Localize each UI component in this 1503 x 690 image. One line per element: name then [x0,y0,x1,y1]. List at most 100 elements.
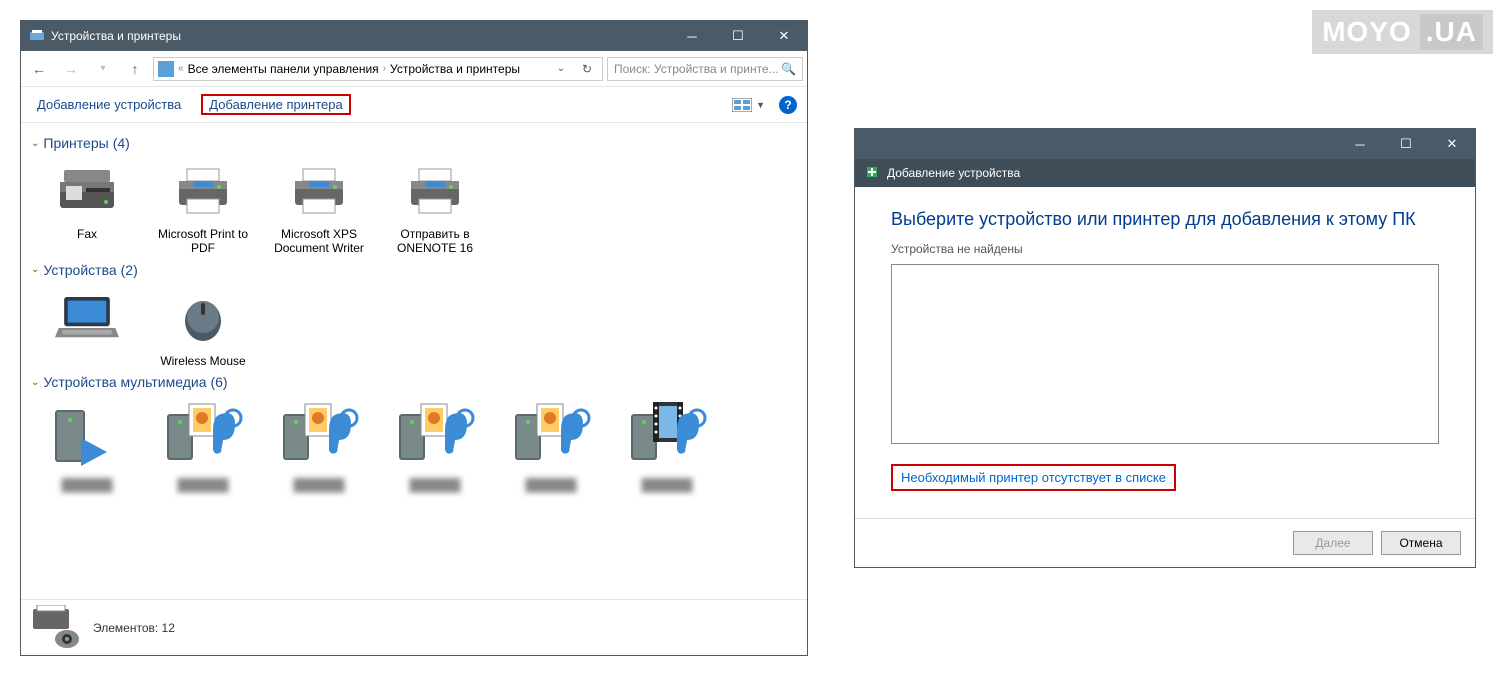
add-device-button[interactable]: Добавление устройства [31,94,187,115]
printer-icon [287,159,351,223]
toolbar: Добавление устройства Добавление принтер… [21,87,807,123]
media-label: ██████ [153,478,253,492]
media-device-6[interactable]: ██████ [617,398,717,492]
cancel-button[interactable]: Отмена [1381,531,1461,555]
maximize-button[interactable]: ☐ [715,21,761,51]
breadcrumb-1[interactable]: Все элементы панели управления [188,62,379,76]
group-multimedia-count: (6) [210,374,227,390]
devices-printers-window: Устройства и принтеры ─ ☐ ✕ ← → ▾ ↑ « Вс… [20,20,808,656]
printer-icon [403,159,467,223]
printer-label: Fax [37,227,137,241]
dialog-not-found: Устройства не найдены [891,242,1439,256]
group-printers-count: (4) [113,135,130,151]
chevron-right-icon: › [383,63,386,74]
watermark-brand: MOYO [1322,16,1412,48]
address-bar[interactable]: « Все элементы панели управления › Устро… [153,57,603,81]
printer-xps[interactable]: Microsoft XPS Document Writer [269,159,369,256]
dialog-separator [855,518,1475,519]
media-label: ██████ [385,478,485,492]
address-dropdown[interactable]: ⌄ [550,63,572,74]
dialog-titlebar[interactable]: ─ ☐ ✕ [855,129,1475,159]
group-header-multimedia[interactable]: ⌄ Устройства мультимедиа (6) [31,374,797,390]
forward-button[interactable]: → [57,55,85,83]
recent-dropdown[interactable]: ▾ [89,55,117,83]
devices-items: Wireless Mouse [31,286,797,368]
control-panel-icon [158,61,174,77]
device-list[interactable] [891,264,1439,444]
titlebar[interactable]: Устройства и принтеры ─ ☐ ✕ [21,21,807,51]
media-server-icon [276,398,362,474]
media-server-icon [508,398,594,474]
chevron-down-icon: ⌄ [31,138,39,149]
back-button[interactable]: ← [25,55,53,83]
minimize-button[interactable]: ─ [1337,129,1383,159]
status-bar: Элементов: 12 [21,599,807,655]
printer-label: Microsoft XPS Document Writer [269,227,369,256]
media-device-3[interactable]: ██████ [269,398,369,492]
media-device-5[interactable]: ██████ [501,398,601,492]
group-devices-count: (2) [121,262,138,278]
devices-collection-icon [31,605,83,651]
mouse-icon [171,286,235,350]
laptop-icon [55,286,119,350]
media-server-icon [160,398,246,474]
group-header-devices[interactable]: ⌄ Устройства (2) [31,262,797,278]
help-button[interactable]: ? [779,96,797,114]
printer-fax[interactable]: Fax [37,159,137,256]
group-devices-label: Устройства [43,262,116,278]
nav-bar: ← → ▾ ↑ « Все элементы панели управления… [21,51,807,87]
media-label: ██████ [501,478,601,492]
printer-onenote[interactable]: Отправить в ONENOTE 16 [385,159,485,256]
printer-label: Microsoft Print to PDF [153,227,253,256]
group-multimedia-label: Устройства мультимедиа [43,374,206,390]
device-laptop[interactable] [37,286,137,368]
printer-icon [171,159,235,223]
close-button[interactable]: ✕ [1429,129,1475,159]
dialog-heading: Выберите устройство или принтер для доба… [891,209,1439,230]
device-mouse[interactable]: Wireless Mouse [153,286,253,368]
minimize-button[interactable]: ─ [669,21,715,51]
search-input[interactable]: Поиск: Устройства и принте... 🔍 [607,57,803,81]
watermark-suffix: .UA [1420,14,1483,50]
media-device-1[interactable]: ██████ [37,398,137,492]
dialog-subtitle-bar: Добавление устройства [855,159,1475,187]
refresh-button[interactable]: ↻ [576,62,598,76]
window-icon [29,28,45,44]
close-button[interactable]: ✕ [761,21,807,51]
add-printer-button[interactable]: Добавление принтера [201,94,350,115]
media-server-icon [44,398,130,474]
media-label: ██████ [37,478,137,492]
add-device-dialog: ─ ☐ ✕ Добавление устройства Выберите уст… [854,128,1476,568]
content-area: ⌄ Принтеры (4) Fax Microsoft Print to PD… [21,123,807,599]
media-device-4[interactable]: ██████ [385,398,485,492]
dialog-subtitle: Добавление устройства [887,166,1020,180]
next-button[interactable]: Далее [1293,531,1373,555]
printer-not-listed-link[interactable]: Необходимый принтер отсутствует в списке [891,464,1176,491]
breadcrumb-prefix: « [178,63,184,74]
multimedia-items: ██████ ██████ [31,398,797,492]
status-count: Элементов: 12 [93,621,175,635]
breadcrumb-2[interactable]: Устройства и принтеры [390,62,520,76]
search-icon: 🔍 [781,62,796,76]
maximize-button[interactable]: ☐ [1383,129,1429,159]
device-label: Wireless Mouse [153,354,253,368]
group-printers-label: Принтеры [43,135,108,151]
chevron-down-icon: ⌄ [31,264,39,275]
dialog-body: Выберите устройство или принтер для доба… [855,187,1475,491]
dialog-buttons: Далее Отмена [1293,531,1461,555]
window-title: Устройства и принтеры [51,29,181,43]
chevron-down-icon: ⌄ [31,377,39,388]
printer-label: Отправить в ONENOTE 16 [385,227,485,256]
media-server-icon [392,398,478,474]
up-button[interactable]: ↑ [121,55,149,83]
media-label: ██████ [617,478,717,492]
group-header-printers[interactable]: ⌄ Принтеры (4) [31,135,797,151]
fax-icon [55,159,119,223]
watermark: MOYO .UA [1312,10,1493,54]
media-device-2[interactable]: ██████ [153,398,253,492]
media-server-icon [624,398,710,474]
printer-pdf[interactable]: Microsoft Print to PDF [153,159,253,256]
device-add-icon [865,165,879,182]
view-options-button[interactable]: ▼ [732,98,765,112]
printers-items: Fax Microsoft Print to PDF Microsoft XPS… [31,159,797,256]
